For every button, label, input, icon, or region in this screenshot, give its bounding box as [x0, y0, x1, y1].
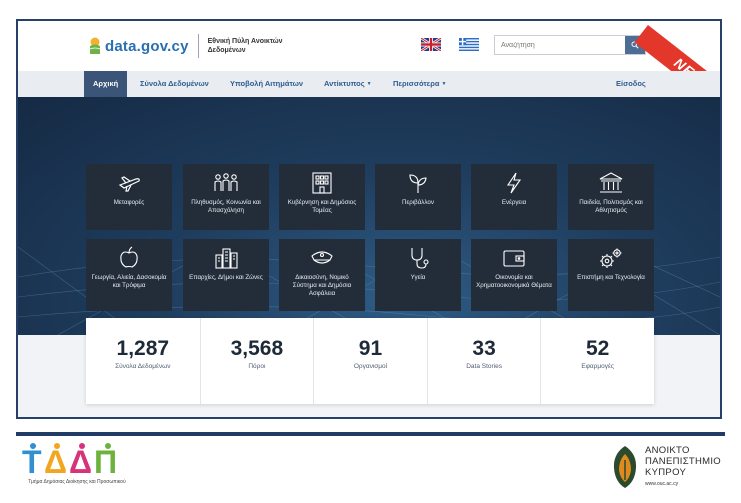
category-tile[interactable]: Πληθυσμός, Κοινωνία και Απασχόληση	[183, 164, 269, 230]
nav-item-requests[interactable]: Υποβολή Αιτημάτων	[230, 71, 303, 97]
stat-resources[interactable]: 3,568 Πόροι	[199, 318, 314, 404]
category-tile[interactable]: Περιβάλλον	[375, 164, 461, 230]
wallet-icon	[503, 250, 525, 267]
lightning-icon	[506, 172, 522, 194]
category-tile[interactable]: Δικαιοσύνη, Νομικό Σύστημα και Δημόσια Α…	[279, 239, 365, 311]
category-label: Δικαιοσύνη, Νομικό Σύστημα και Δημόσια Α…	[292, 274, 352, 297]
category-tile[interactable]: Κυβέρνηση και Δημόσιος Τομέας	[279, 164, 365, 230]
svg-text:Δ: Δ	[69, 444, 92, 480]
svg-text:Τ: Τ	[22, 444, 42, 480]
search-input[interactable]	[495, 36, 626, 54]
stat-value: 91	[358, 337, 383, 360]
stethoscope-icon	[411, 248, 429, 269]
nav-item-datasets[interactable]: Σύνολα Δεδομένων	[140, 71, 209, 97]
english-flag-icon[interactable]	[421, 38, 441, 51]
stat-value: 1,287	[116, 337, 170, 360]
stat-value: 33	[472, 337, 496, 360]
category-label: Πληθυσμός, Κοινωνία και Απασχόληση	[191, 199, 261, 214]
logo-mark-icon	[89, 37, 101, 54]
category-tile[interactable]: Γεωργία, Αλιεία, Δασοκομία και Τρόφιμα	[86, 239, 172, 311]
nav-item-more[interactable]: Περισσότερα ▼	[393, 71, 446, 97]
nav-item-label: Υποβολή Αιτημάτων	[230, 79, 304, 88]
stat-applications[interactable]: 52 Εφαρμογές	[540, 318, 654, 404]
category-tile[interactable]: Μεταφορές	[86, 164, 172, 230]
category-tile[interactable]: Ενέργεια	[471, 164, 557, 230]
government-building-icon	[312, 172, 332, 194]
nav-item-home[interactable]: Αρχική	[84, 71, 128, 97]
stat-label: Εφαρμογές	[581, 363, 615, 370]
city-icon	[215, 248, 238, 269]
category-tile[interactable]: Παιδεία, Πολιτισμός και Αθλητισμός	[568, 164, 654, 230]
site-logo[interactable]: data.gov.cy Εθνική Πύλη Ανοικτών Δεδομέν…	[88, 34, 288, 58]
ouc-name-line: ΑΝΟΙΚΤΟ	[645, 445, 690, 456]
apple-icon	[120, 246, 138, 268]
svg-text:Δ: Δ	[44, 444, 67, 480]
footer-rule	[16, 432, 725, 436]
greek-flag-icon[interactable]	[459, 38, 479, 51]
category-label: Επιστήμη και Τεχνολογία	[577, 274, 645, 281]
category-tile[interactable]: Επαρχίες, Δήμοι και Ζώνες	[183, 239, 269, 311]
nav-item-label: Σύνολα Δεδομένων	[140, 79, 209, 88]
plant-icon	[409, 174, 427, 193]
category-label: Ενέργεια	[501, 199, 527, 206]
stat-organizations[interactable]: 91 Οργανισμοί	[313, 318, 427, 404]
category-label: Μεταφορές	[113, 199, 145, 206]
stat-datasets[interactable]: 1,287 Σύνολα Δεδομένων	[86, 318, 200, 404]
category-tile[interactable]: Υγεία	[375, 239, 461, 311]
category-tile[interactable]: Επιστήμη και Τεχνολογία	[568, 239, 654, 311]
nav-item-label: Περισσότερα	[393, 79, 440, 88]
category-label: Κυβέρνηση και Δημόσιος Τομέας	[287, 199, 357, 214]
ouc-name-line: ΠΑΝΕΠΙΣΤΗΜΙΟ	[645, 456, 721, 467]
category-label: Παιδεία, Πολιτισμός και Αθλητισμός	[579, 199, 643, 214]
ouc-name: ΑΝΟΙΚΤΟ ΠΑΝΕΠΙΣΤΗΜΙΟ ΚΥΠΡΟΥ	[645, 445, 721, 478]
ouc-url: www.ouc.ac.cy	[645, 481, 679, 487]
category-label: Περιβάλλον	[402, 199, 434, 206]
museum-icon	[599, 172, 623, 193]
category-label: Υγεία	[410, 274, 426, 281]
logo-text: data.gov.cy	[105, 37, 189, 55]
stat-data-stories[interactable]: 33 Data Stories	[426, 318, 541, 404]
stat-label: Οργανισμοί	[353, 363, 388, 370]
stats-card: 1,287 Σύνολα Δεδομένων 3,568 Πόροι 91 Ορ…	[86, 318, 654, 404]
stat-label: Data Stories	[466, 363, 502, 370]
tadp-caption: Τμήμα Δημόσιας Διοίκησης και Προσωπικού	[28, 479, 126, 485]
ouc-name-line: ΚΥΠΡΟΥ	[645, 467, 687, 478]
slide: data.gov.cy Εθνική Πύλη Ανοικτών Δεδομέν…	[0, 0, 741, 503]
main-nav: Αρχική Σύνολα Δεδομένων Υποβολή Αιτημάτω…	[18, 71, 720, 97]
nav-item-label: Αντίκτυπος	[324, 79, 365, 88]
stat-label: Πόροι	[248, 363, 266, 370]
logo-subtitle: Εθνική Πύλη Ανοικτών Δεδομένων	[207, 38, 283, 54]
caret-down-icon: ▼	[441, 81, 447, 87]
nav-item-impact[interactable]: Αντίκτυπος ▼	[324, 71, 372, 97]
gears-icon	[600, 248, 622, 268]
nav-item-login[interactable]: Είσοδος	[616, 71, 646, 97]
svg-text:Π: Π	[94, 444, 117, 480]
caret-down-icon: ▼	[366, 81, 372, 87]
site-header: data.gov.cy Εθνική Πύλη Ανοικτών Δεδομέν…	[18, 21, 720, 123]
police-cap-icon	[311, 251, 333, 264]
airplane-icon	[118, 176, 140, 192]
nav-item-label: Είσοδος	[616, 79, 646, 88]
search-box	[494, 35, 646, 55]
nav-item-label: Αρχική	[93, 79, 119, 88]
stat-label: Σύνολα Δεδομένων	[115, 363, 171, 370]
stat-value: 52	[586, 337, 610, 360]
category-label: Γεωργία, Αλιεία, Δασοκομία και Τρόφιμα	[91, 274, 167, 289]
website-screenshot: data.gov.cy Εθνική Πύλη Ανοικτών Δεδομέν…	[16, 19, 722, 419]
tadp-logo: Τ Δ Δ Π	[22, 443, 117, 480]
stat-value: 3,568	[230, 337, 284, 360]
category-label: Επαρχίες, Δήμοι και Ζώνες	[189, 274, 263, 281]
hero-section: Μεταφορές Πληθυσμός, Κοινωνία και Απασχό…	[18, 97, 720, 335]
category-label: Οικονομία και Χρηματοοικονομικά Θέματα	[476, 274, 552, 289]
category-tile[interactable]: Οικονομία και Χρηματοοικονομικά Θέματα	[471, 239, 557, 311]
logo-divider	[197, 34, 199, 58]
ouc-logo-icon	[613, 446, 637, 488]
people-icon	[214, 173, 238, 191]
